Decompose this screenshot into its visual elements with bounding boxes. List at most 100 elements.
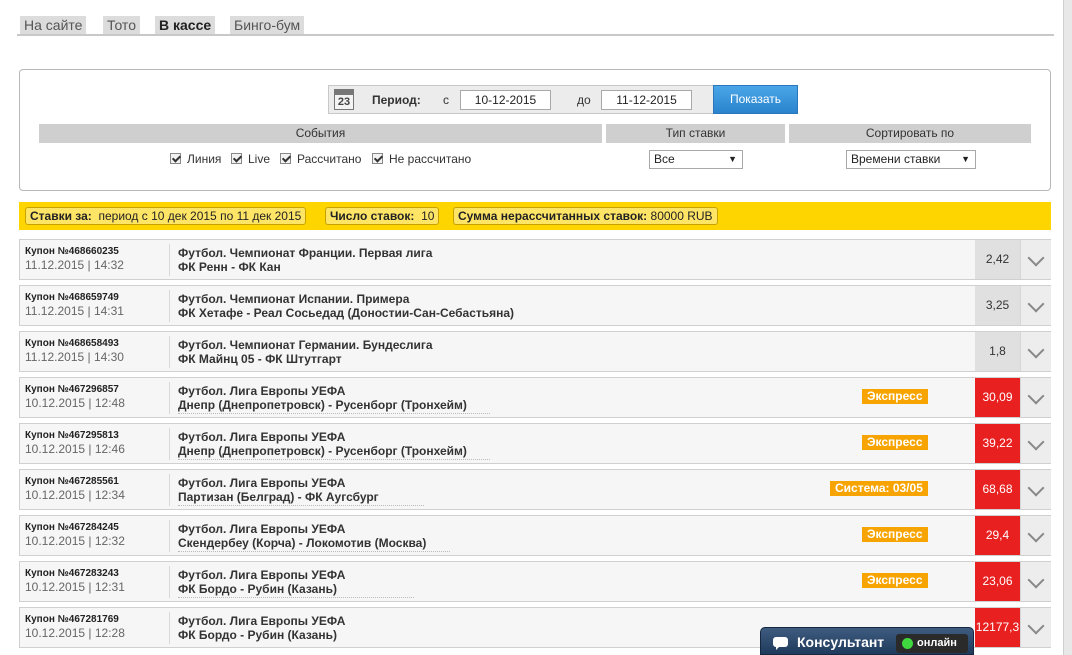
consultant-widget[interactable]: Консультант онлайн bbox=[760, 627, 974, 655]
coupon-date: 10.12.2015 | 12:32 bbox=[25, 534, 125, 548]
expand-chevron-icon[interactable] bbox=[1020, 240, 1051, 279]
event-name: Футбол. Лига Европы УЕФА bbox=[178, 430, 346, 444]
dotted-underline bbox=[178, 597, 414, 598]
divider bbox=[169, 244, 170, 276]
event-info: Футбол. Чемпионат Франции. Первая лига ФК… bbox=[178, 246, 432, 274]
checkbox-icon[interactable] bbox=[170, 153, 181, 164]
expand-chevron-icon[interactable] bbox=[1020, 378, 1051, 417]
odds-value: 2,42 bbox=[975, 240, 1020, 279]
coupon-row[interactable]: Купон №468659749 11.12.2015 | 14:31 Футбол… bbox=[19, 285, 1051, 326]
event-info: Футбол. Лига Европы УЕФА Днепр (Днепропет… bbox=[178, 430, 467, 458]
event-teams: Партизан (Белград) - ФК Аугсбург bbox=[178, 490, 379, 504]
checkbox-settled[interactable]: Рассчитано bbox=[280, 152, 361, 166]
dropdown-arrow-icon: ▼ bbox=[728, 154, 737, 164]
checkbox-live[interactable]: Live bbox=[231, 152, 270, 166]
expand-chevron-icon[interactable] bbox=[1020, 332, 1051, 371]
coupon-number[interactable]: Купон №468659749 bbox=[25, 292, 119, 303]
events-header: События bbox=[39, 124, 602, 143]
tab-toto[interactable]: Тото bbox=[103, 16, 140, 34]
scrollbar-track[interactable] bbox=[1063, 0, 1072, 655]
coupon-number[interactable]: Купон №467296857 bbox=[25, 384, 119, 395]
to-label: до bbox=[577, 93, 591, 107]
coupon-row[interactable]: Купон №468658493 11.12.2015 | 14:30 Футбол… bbox=[19, 331, 1051, 372]
from-label: с bbox=[443, 93, 449, 107]
dotted-underline bbox=[178, 505, 424, 506]
event-name: Футбол. Лига Европы УЕФА bbox=[178, 384, 346, 398]
odds-value: 39,22 bbox=[975, 424, 1020, 463]
expand-chevron-icon[interactable] bbox=[1020, 424, 1051, 463]
bet-type-badge: Экспресс bbox=[862, 389, 928, 404]
event-teams: ФК Хетафе - Реал Сосьедад (Доностии-Сан-… bbox=[178, 306, 515, 320]
tab-bingo-boom[interactable]: Бинго-бум bbox=[230, 16, 305, 34]
odds-value: 30,09 bbox=[975, 378, 1020, 417]
bet-type-select[interactable]: Все ▼ bbox=[649, 150, 743, 169]
from-date-input[interactable] bbox=[460, 90, 551, 110]
to-date-input[interactable] bbox=[601, 90, 692, 110]
coupon-row[interactable]: Купон №467295813 10.12.2015 | 12:46 Футбол… bbox=[19, 423, 1051, 464]
coupon-number[interactable]: Купон №468660235 bbox=[25, 246, 119, 257]
dotted-underline bbox=[178, 413, 490, 414]
online-status: онлайн bbox=[896, 634, 968, 653]
dropdown-arrow-icon: ▼ bbox=[961, 154, 970, 164]
dotted-underline bbox=[178, 459, 490, 460]
event-info: Футбол. Лига Европы УЕФА ФК Бордо - Рубин… bbox=[178, 568, 345, 596]
coupon-date: 10.12.2015 | 12:28 bbox=[25, 626, 125, 640]
divider bbox=[169, 566, 170, 598]
coupon-number[interactable]: Купон №468658493 bbox=[25, 338, 119, 349]
odds-value: 23,06 bbox=[975, 562, 1020, 601]
event-name: Футбол. Чемпионат Франции. Первая лига bbox=[178, 246, 433, 260]
coupon-row[interactable]: Купон №468660235 11.12.2015 | 14:32 Футбол… bbox=[19, 239, 1051, 280]
expand-chevron-icon[interactable] bbox=[1020, 516, 1051, 555]
coupon-date: 11.12.2015 | 14:32 bbox=[25, 258, 124, 272]
odds-value: 1,8 bbox=[975, 332, 1020, 371]
period-label: Период: bbox=[372, 93, 421, 107]
event-name: Футбол. Лига Европы УЕФА bbox=[178, 568, 346, 582]
checkbox-unsettled[interactable]: Не рассчитано bbox=[372, 152, 471, 166]
event-teams: Днепр (Днепропетровск) - Русенборг (Трон… bbox=[178, 444, 467, 458]
event-info: Футбол. Чемпионат Германии. Бундеслига ФК… bbox=[178, 338, 433, 366]
expand-chevron-icon[interactable] bbox=[1020, 562, 1051, 601]
event-info: Футбол. Лига Европы УЕФА Днепр (Днепропет… bbox=[178, 384, 467, 412]
coupon-date: 11.12.2015 | 14:31 bbox=[25, 304, 124, 318]
divider bbox=[169, 520, 170, 552]
expand-chevron-icon[interactable] bbox=[1020, 608, 1051, 647]
divider bbox=[169, 428, 170, 460]
calendar-icon[interactable]: 23 bbox=[334, 89, 354, 110]
checkbox-icon[interactable] bbox=[372, 153, 383, 164]
coupon-row[interactable]: Купон №467296857 10.12.2015 | 12:48 Футбол… bbox=[19, 377, 1051, 418]
event-info: Футбол. Чемпионат Испании. Примера ФК Хет… bbox=[178, 292, 514, 320]
divider bbox=[169, 474, 170, 506]
coupon-number[interactable]: Купон №467283243 bbox=[25, 568, 119, 579]
expand-chevron-icon[interactable] bbox=[1020, 286, 1051, 325]
coupon-date: 10.12.2015 | 12:46 bbox=[25, 442, 125, 456]
dotted-underline bbox=[178, 551, 450, 552]
checkbox-icon[interactable] bbox=[280, 153, 291, 164]
bet-type-badge: Экспресс bbox=[862, 435, 928, 450]
sort-select[interactable]: Времени ставки ▼ bbox=[846, 150, 976, 169]
checkbox-icon[interactable] bbox=[231, 153, 242, 164]
bet-type-header: Тип ставки bbox=[606, 124, 785, 143]
coupon-number[interactable]: Купон №467284245 bbox=[25, 522, 119, 533]
coupon-row[interactable]: Купон №467283243 10.12.2015 | 12:31 Футбол… bbox=[19, 561, 1051, 602]
event-name: Футбол. Чемпионат Германии. Бундеслига bbox=[178, 338, 433, 352]
filter-panel: 23 Период: с до Показать События Тип ста… bbox=[19, 69, 1051, 191]
coupon-number[interactable]: Купон №467295813 bbox=[25, 430, 119, 441]
consultant-label: Консультант bbox=[797, 634, 885, 650]
show-button[interactable]: Показать bbox=[713, 85, 798, 114]
coupon-row[interactable]: Купон №467285561 10.12.2015 | 12:34 Футбол… bbox=[19, 469, 1051, 510]
checkbox-line[interactable]: Линия bbox=[170, 152, 221, 166]
event-teams: ФК Ренн - ФК Кан bbox=[178, 260, 281, 274]
expand-chevron-icon[interactable] bbox=[1020, 470, 1051, 509]
page: На сайте Тото В кассе Бинго-бум 23 Перио… bbox=[0, 0, 1072, 655]
coupon-number[interactable]: Купон №467281769 bbox=[25, 614, 119, 625]
tab-on-site[interactable]: На сайте bbox=[20, 16, 87, 34]
divider bbox=[169, 290, 170, 322]
event-teams: ФК Бордо - Рубин (Казань) bbox=[178, 582, 337, 596]
odds-value: 12177,3 bbox=[975, 608, 1020, 647]
tab-in-cashdesk[interactable]: В кассе bbox=[155, 16, 216, 34]
divider bbox=[169, 336, 170, 368]
sort-by-header: Сортировать по bbox=[789, 124, 1031, 143]
coupon-number[interactable]: Купон №467285561 bbox=[25, 476, 119, 487]
coupon-row[interactable]: Купон №467284245 10.12.2015 | 12:32 Футбол… bbox=[19, 515, 1051, 556]
event-name: Футбол. Лига Европы УЕФА bbox=[178, 522, 346, 536]
